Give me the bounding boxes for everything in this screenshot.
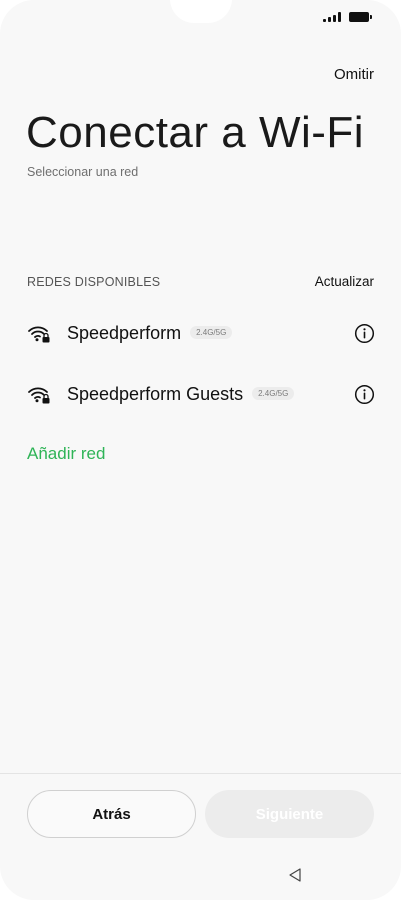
- add-network-button[interactable]: Añadir red: [27, 444, 105, 464]
- back-button[interactable]: Atrás: [27, 790, 196, 838]
- wifi-setup-screen: Omitir Conectar a Wi-Fi Seleccionar una …: [0, 0, 401, 900]
- available-networks-heading: REDES DISPONIBLES: [27, 275, 161, 289]
- network-item[interactable]: Speedperform Guests 2.4G/5G: [0, 364, 401, 425]
- camera-notch: [170, 0, 232, 23]
- next-button[interactable]: Siguiente: [205, 790, 374, 838]
- info-icon[interactable]: [354, 323, 375, 344]
- page-title: Conectar a Wi-Fi: [26, 108, 365, 157]
- skip-button[interactable]: Omitir: [334, 66, 374, 83]
- network-ssid: Speedperform Guests 2.4G/5G: [67, 384, 295, 405]
- signal-icon: [323, 12, 341, 22]
- network-ssid: Speedperform 2.4G/5G: [67, 323, 233, 344]
- network-list: Speedperform 2.4G/5G Speedperform Guests 2…: [0, 303, 401, 425]
- band-badge: 2.4G/5G: [252, 386, 295, 400]
- wifi-lock-icon: [28, 326, 50, 343]
- status-bar: [323, 12, 372, 22]
- back-triangle-icon[interactable]: [287, 867, 303, 883]
- bottom-action-bar: Atrás Siguiente: [0, 773, 401, 900]
- wifi-lock-icon: [28, 387, 50, 404]
- band-badge: 2.4G/5G: [190, 325, 233, 339]
- info-icon[interactable]: [354, 384, 375, 405]
- page-subtitle: Seleccionar una red: [27, 165, 139, 179]
- refresh-button[interactable]: Actualizar: [315, 274, 374, 289]
- battery-icon: [349, 12, 372, 22]
- network-item[interactable]: Speedperform 2.4G/5G: [0, 303, 401, 364]
